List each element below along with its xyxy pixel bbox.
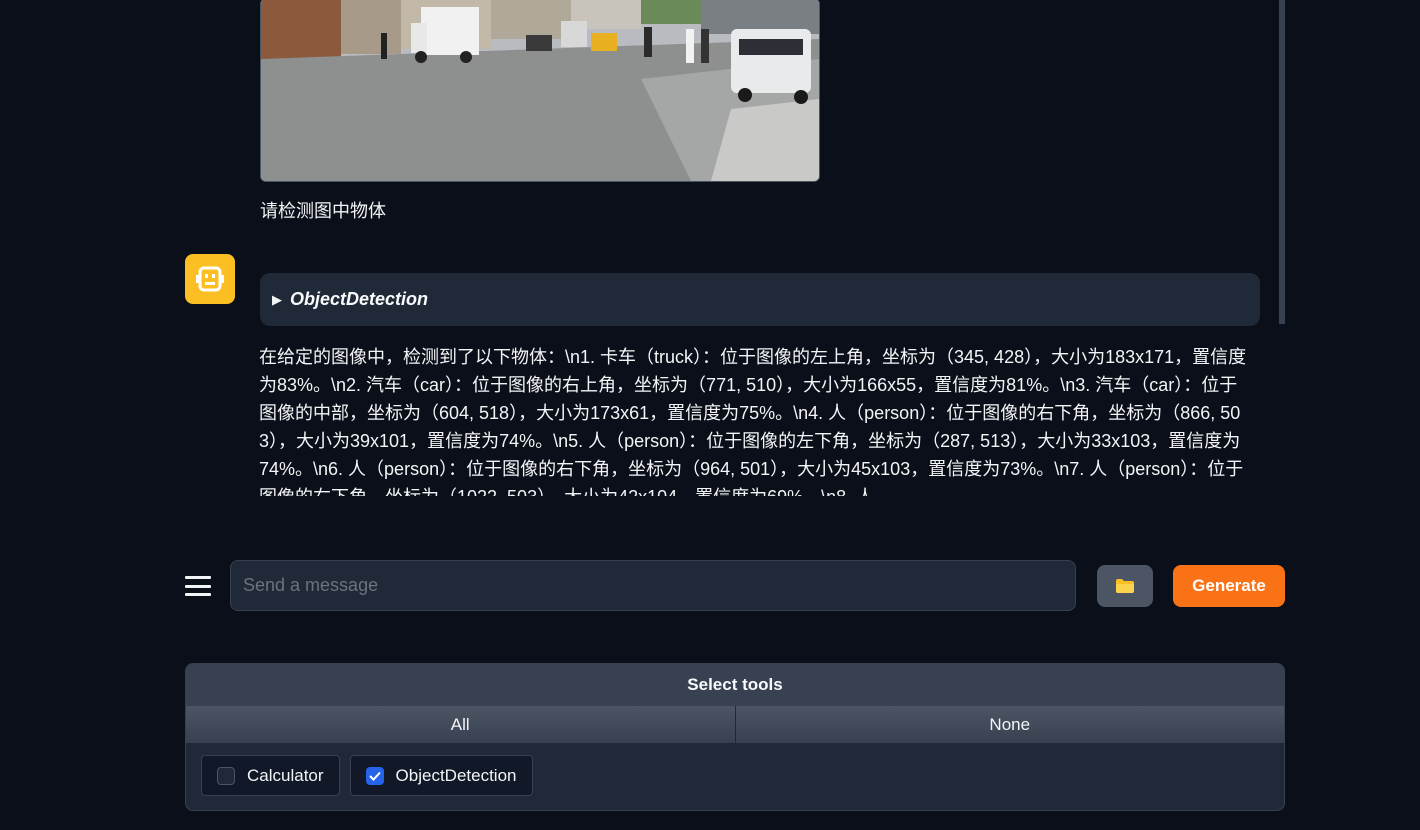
tool-label: Calculator xyxy=(247,765,324,785)
checkmark-icon xyxy=(368,771,381,781)
robot-icon xyxy=(196,266,224,292)
tool-item-objectdetection[interactable]: ObjectDetection xyxy=(349,755,533,796)
tools-list: Calculator ObjectDetection xyxy=(186,743,1284,808)
expand-triangle-icon: ▶ xyxy=(272,291,282,307)
tools-title: Select tools xyxy=(186,664,1284,706)
chat-area: 请检测图中物体 ▶ ObjectDetection 在给定的图像中，检测到了以下… xyxy=(0,0,1420,496)
tool-call-name: ObjectDetection xyxy=(290,289,429,309)
uploaded-street-image xyxy=(260,0,820,182)
tool-label: ObjectDetection xyxy=(395,765,517,785)
message-input[interactable] xyxy=(230,560,1076,611)
calculator-checkbox[interactable] xyxy=(217,766,235,785)
generate-button[interactable]: Generate xyxy=(1173,565,1285,607)
upload-file-button[interactable] xyxy=(1097,565,1153,607)
tools-select-row: All None xyxy=(186,706,1284,743)
tool-call-summary[interactable]: ▶ ObjectDetection xyxy=(260,273,1260,326)
select-none-button[interactable]: None xyxy=(734,706,1284,743)
tool-item-calculator[interactable]: Calculator xyxy=(201,755,340,796)
folder-icon xyxy=(1116,579,1134,593)
chat-scrollbar[interactable] xyxy=(1279,0,1285,324)
select-all-button[interactable]: All xyxy=(186,706,735,743)
menu-icon[interactable] xyxy=(185,572,211,600)
objectdetection-checkbox[interactable] xyxy=(365,766,384,785)
bot-message-text: 在给定的图像中，检测到了以下物体：\n1. 卡车（truck）：位于图像的左上角… xyxy=(259,347,1247,496)
bot-avatar xyxy=(185,254,235,304)
tools-panel: Select tools All None Calculator ObjectD… xyxy=(185,663,1285,811)
user-message-text: 请检测图中物体 xyxy=(260,201,386,221)
